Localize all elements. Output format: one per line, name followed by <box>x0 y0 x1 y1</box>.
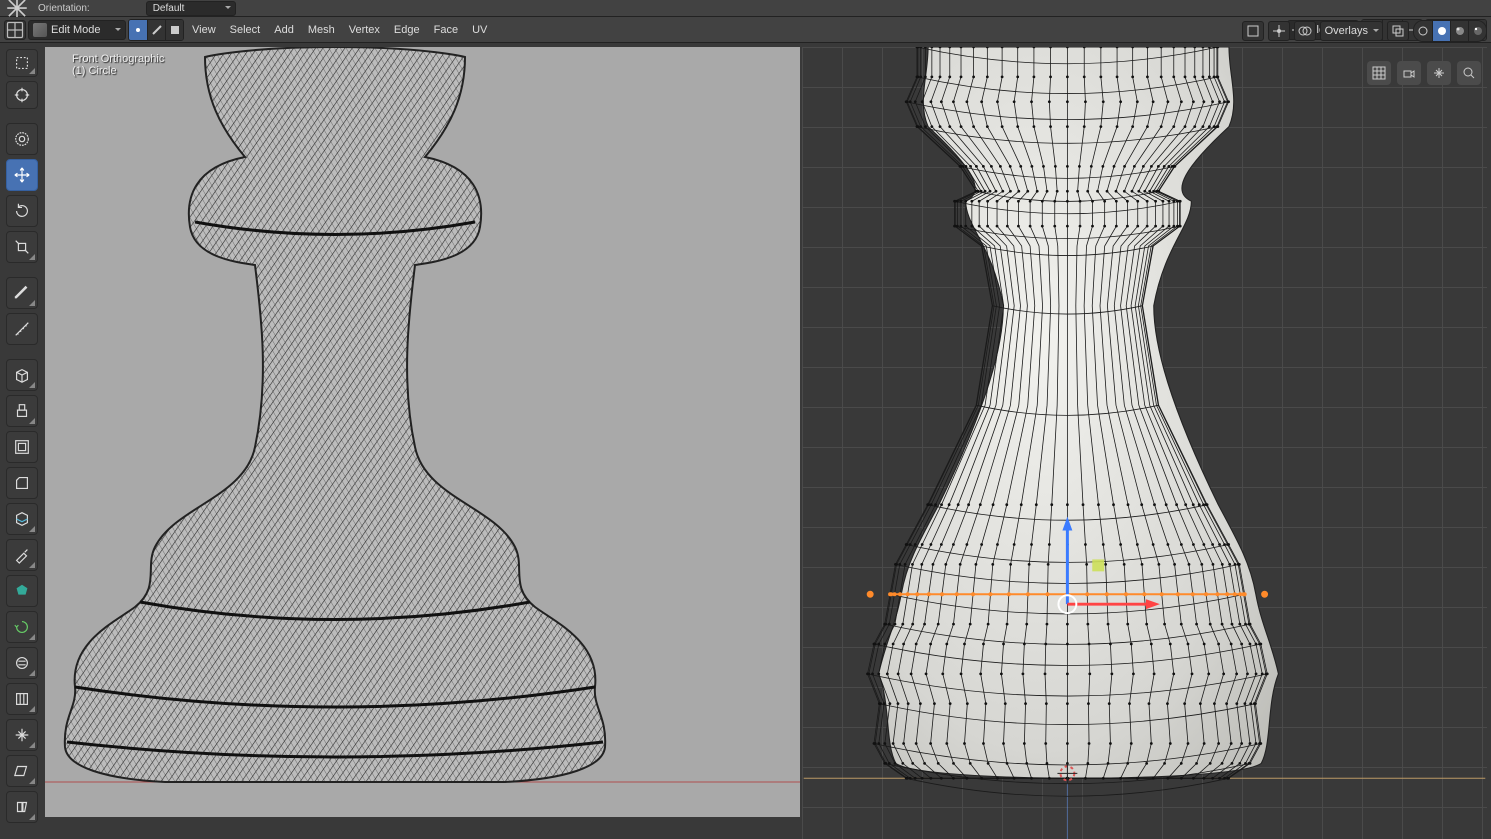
shading-solid[interactable] <box>1432 21 1450 41</box>
tool-shrink[interactable] <box>6 719 38 751</box>
header-right-cluster: Overlays <box>1242 20 1487 42</box>
overlays-toggle[interactable] <box>1294 21 1316 41</box>
tool-edge-slide[interactable] <box>6 683 38 715</box>
active-object: (1) Circle <box>72 65 164 77</box>
tool-scale[interactable] <box>6 231 38 263</box>
nav-camera-icon[interactable] <box>1397 61 1421 85</box>
menu-view[interactable]: View <box>186 20 222 40</box>
menu-add[interactable]: Add <box>268 20 300 40</box>
view-name: Front Orthographic <box>72 53 164 65</box>
viewport-left[interactable] <box>45 47 800 817</box>
shading-mode-group <box>1413 20 1487 42</box>
menu-mesh[interactable]: Mesh <box>302 20 341 40</box>
shading-rendered[interactable] <box>1468 21 1486 41</box>
orientation-dropdown[interactable]: Default <box>146 1 236 16</box>
viewport-area: Front Orthographic (1) Circle <box>0 43 1491 839</box>
editor-type-button[interactable] <box>4 20 26 40</box>
tool-spin[interactable] <box>6 611 38 643</box>
select-mode-group <box>128 19 184 41</box>
nav-overlay <box>1367 61 1481 85</box>
reference-image <box>45 47 800 817</box>
tool-extrude[interactable] <box>6 395 38 427</box>
tool-measure[interactable] <box>6 313 38 345</box>
mode-dropdown[interactable]: Edit Mode <box>28 20 126 40</box>
tool-bevel[interactable] <box>6 467 38 499</box>
transform-orientation-icon[interactable] <box>4 1 30 15</box>
mode-label: Edit Mode <box>51 24 101 36</box>
tool-select-box[interactable] <box>6 49 38 77</box>
gizmo-visibility[interactable] <box>1268 21 1290 41</box>
orientation-value: Default <box>153 3 185 14</box>
tool-shear[interactable] <box>6 755 38 787</box>
tool-cursor[interactable] <box>6 81 38 109</box>
menu-vertex[interactable]: Vertex <box>343 20 386 40</box>
viewport-right[interactable] <box>802 47 1487 839</box>
nav-grid-icon[interactable] <box>1367 61 1391 85</box>
viewport-header: Edit Mode View Select Add Mesh Vertex Ed… <box>0 17 1491 43</box>
tool-smooth[interactable] <box>6 647 38 679</box>
shading-material[interactable] <box>1450 21 1468 41</box>
nav-zoom-icon[interactable] <box>1457 61 1481 85</box>
menu-face[interactable]: Face <box>428 20 464 40</box>
mesh-edit-options[interactable] <box>1242 21 1264 41</box>
orientation-label: Orientation: <box>38 3 90 14</box>
menu-select[interactable]: Select <box>224 20 267 40</box>
menu-edge[interactable]: Edge <box>388 20 426 40</box>
orientation-bar: Orientation: Default <box>0 0 1491 17</box>
face-select-mode[interactable] <box>165 20 183 40</box>
shading-wireframe[interactable] <box>1414 21 1432 41</box>
tool-polybuild[interactable] <box>6 575 38 607</box>
tool-add-cube[interactable] <box>6 359 38 391</box>
tool-knife[interactable] <box>6 539 38 571</box>
tool-annotate[interactable] <box>6 277 38 309</box>
menu-uv[interactable]: UV <box>466 20 493 40</box>
tool-inset[interactable] <box>6 431 38 463</box>
vertex-select-mode[interactable] <box>129 20 147 40</box>
viewport-info: Front Orthographic (1) Circle <box>72 53 164 77</box>
tool-move-selected[interactable] <box>6 123 38 155</box>
tool-move[interactable] <box>6 159 38 191</box>
tool-rip[interactable] <box>6 791 38 823</box>
edge-select-mode[interactable] <box>147 20 165 40</box>
xray-toggle[interactable] <box>1387 21 1409 41</box>
tool-loopcut[interactable] <box>6 503 38 535</box>
tool-column <box>6 49 38 823</box>
nav-pan-icon[interactable] <box>1427 61 1451 85</box>
tool-rotate[interactable] <box>6 195 38 227</box>
overlays-dropdown[interactable]: Overlays <box>1320 21 1383 41</box>
mesh-preview <box>802 47 1487 839</box>
